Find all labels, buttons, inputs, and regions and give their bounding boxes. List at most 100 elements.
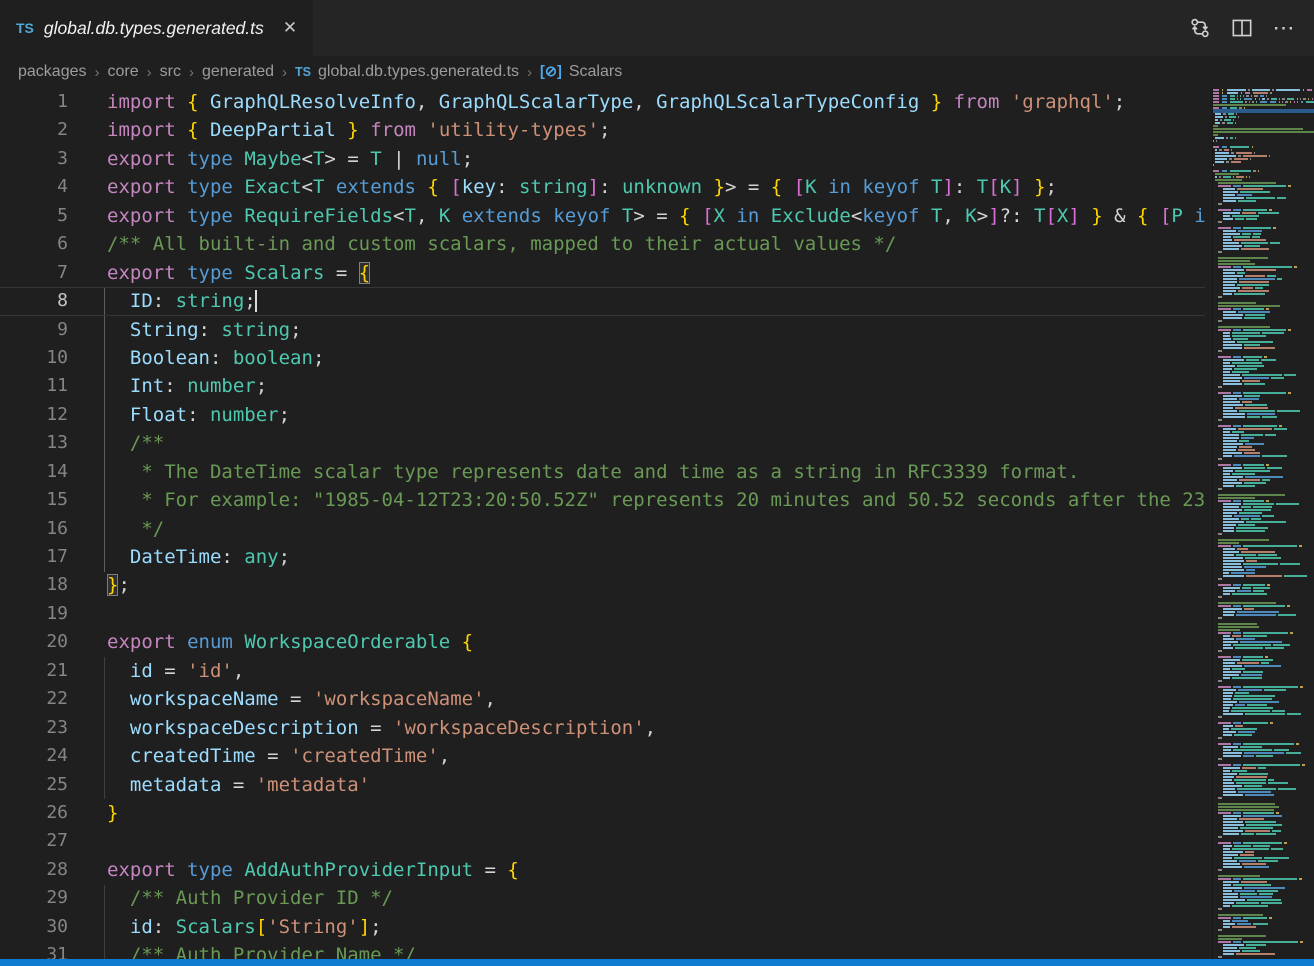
close-tab-icon[interactable]: ✕	[279, 17, 301, 39]
breadcrumb-item-generated[interactable]: generated	[202, 63, 274, 81]
line-number[interactable]: 31	[0, 941, 68, 959]
vscode-window: TS global.db.types.generated.ts ✕	[0, 0, 1314, 966]
code-line[interactable]: 18};	[0, 571, 1205, 599]
split-editor-icon[interactable]	[1226, 12, 1258, 44]
code-line[interactable]: 14 * The DateTime scalar type represents…	[0, 458, 1205, 486]
line-number[interactable]: 11	[0, 372, 68, 400]
breadcrumb-label: global.db.types.generated.ts	[318, 63, 519, 80]
line-number[interactable]: 13	[0, 429, 68, 457]
open-changes-icon[interactable]	[1184, 12, 1216, 44]
line-number[interactable]: 23	[0, 714, 68, 742]
breadcrumb-label: Scalars	[569, 63, 622, 80]
line-number[interactable]: 6	[0, 230, 68, 258]
code-line[interactable]: 20export enum WorkspaceOrderable {	[0, 628, 1205, 656]
code-line[interactable]: 25 metadata = 'metadata'	[0, 771, 1205, 799]
code-line[interactable]: 12 Float: number;	[0, 401, 1205, 429]
code-line[interactable]: 23 workspaceDescription = 'workspaceDesc…	[0, 714, 1205, 742]
code-area[interactable]: 1import { GraphQLResolveInfo, GraphQLSca…	[0, 88, 1205, 959]
line-number[interactable]: 10	[0, 344, 68, 372]
code-line[interactable]: 2import { DeepPartial } from 'utility-ty…	[0, 116, 1205, 144]
line-number[interactable]: 1	[0, 88, 68, 116]
code-line[interactable]: 8 ID: string;	[0, 287, 1205, 315]
code-text: import { GraphQLResolveInfo, GraphQLScal…	[68, 88, 1125, 116]
code-line[interactable]: 26}	[0, 799, 1205, 827]
breadcrumb-item-core[interactable]: core	[108, 63, 139, 81]
code-line[interactable]: 4export type Exact<T extends { [key: str…	[0, 173, 1205, 201]
typescript-file-icon: TS	[295, 65, 311, 79]
code-line[interactable]: 24 createdTime = 'createdTime',	[0, 742, 1205, 770]
line-number[interactable]: 24	[0, 742, 68, 770]
line-number[interactable]: 21	[0, 657, 68, 685]
code-line[interactable]: 28export type AddAuthProviderInput = {	[0, 856, 1205, 884]
code-line[interactable]: 31 /** Auth Provider Name */	[0, 941, 1205, 959]
code-line[interactable]: 27	[0, 827, 1205, 855]
code-line[interactable]: 22 workspaceName = 'workspaceName',	[0, 685, 1205, 713]
line-number[interactable]: 20	[0, 628, 68, 656]
breadcrumb-separator: ›	[527, 64, 532, 81]
code-text: /** Auth Provider Name */	[68, 941, 416, 959]
code-line[interactable]: 19	[0, 600, 1205, 628]
code-text: workspaceDescription = 'workspaceDescrip…	[68, 714, 656, 742]
code-text: id: Scalars['String'];	[68, 913, 382, 941]
line-number[interactable]: 3	[0, 145, 68, 173]
breadcrumb-label: src	[160, 63, 181, 80]
more-actions-icon[interactable]: ⋯	[1268, 12, 1300, 44]
breadcrumb-item-scalars[interactable]: [⊘] Scalars	[540, 63, 622, 81]
line-number[interactable]: 12	[0, 401, 68, 429]
code-line[interactable]: 7export type Scalars = {	[0, 259, 1205, 287]
code-text: String: string;	[68, 316, 302, 344]
breadcrumb-item-global-db-types-generated-ts[interactable]: TS global.db.types.generated.ts	[295, 63, 519, 81]
tab-global-db-types[interactable]: TS global.db.types.generated.ts ✕	[0, 0, 313, 56]
line-number[interactable]: 22	[0, 685, 68, 713]
line-number[interactable]: 28	[0, 856, 68, 884]
breadcrumb-item-packages[interactable]: packages	[18, 63, 87, 81]
code-text: export type AddAuthProviderInput = {	[68, 856, 519, 884]
code-line[interactable]: 13 /**	[0, 429, 1205, 457]
editor-actions: ⋯	[1184, 0, 1314, 56]
editor-pane[interactable]: 1import { GraphQLResolveInfo, GraphQLSca…	[0, 88, 1314, 959]
line-number[interactable]: 5	[0, 202, 68, 230]
code-line[interactable]: 5export type RequireFields<T, K extends …	[0, 202, 1205, 230]
line-number[interactable]: 2	[0, 116, 68, 144]
code-line[interactable]: 11 Int: number;	[0, 372, 1205, 400]
code-text: * The DateTime scalar type represents da…	[68, 458, 1079, 486]
breadcrumb-separator: ›	[282, 64, 287, 81]
code-text: export type Exact<T extends { [key: stri…	[68, 173, 1057, 201]
code-line[interactable]: 10 Boolean: boolean;	[0, 344, 1205, 372]
code-text: import { DeepPartial } from 'utility-typ…	[68, 116, 610, 144]
line-number[interactable]: 14	[0, 458, 68, 486]
code-line[interactable]: 29 /** Auth Provider ID */	[0, 884, 1205, 912]
code-line[interactable]: 9 String: string;	[0, 316, 1205, 344]
line-number[interactable]: 8	[0, 287, 68, 315]
line-number[interactable]: 26	[0, 799, 68, 827]
tab-title: global.db.types.generated.ts	[44, 18, 269, 39]
minimap[interactable]	[1212, 88, 1314, 959]
code-line[interactable]: 30 id: Scalars['String'];	[0, 913, 1205, 941]
code-line[interactable]: 6/** All built-in and custom scalars, ma…	[0, 230, 1205, 258]
line-number[interactable]: 18	[0, 571, 68, 599]
breadcrumb-item-src[interactable]: src	[160, 63, 181, 81]
symbol-type-icon: [⊘]	[540, 64, 562, 80]
code-line[interactable]: 16 */	[0, 515, 1205, 543]
line-number[interactable]: 9	[0, 316, 68, 344]
line-number[interactable]: 29	[0, 884, 68, 912]
code-line[interactable]: 17 DateTime: any;	[0, 543, 1205, 571]
line-number[interactable]: 30	[0, 913, 68, 941]
tab-bar: TS global.db.types.generated.ts ✕	[0, 0, 1314, 56]
line-number[interactable]: 17	[0, 543, 68, 571]
line-number[interactable]: 25	[0, 771, 68, 799]
code-line[interactable]: 1import { GraphQLResolveInfo, GraphQLSca…	[0, 88, 1205, 116]
line-number[interactable]: 27	[0, 827, 68, 855]
line-number[interactable]: 7	[0, 259, 68, 287]
minimap-current-line	[1213, 109, 1314, 113]
code-text: id = 'id',	[68, 657, 244, 685]
line-number[interactable]: 19	[0, 600, 68, 628]
code-line[interactable]: 21 id = 'id',	[0, 657, 1205, 685]
text-cursor	[255, 290, 257, 312]
line-number[interactable]: 15	[0, 486, 68, 514]
line-number[interactable]: 4	[0, 173, 68, 201]
code-text: export type RequireFields<T, K extends k…	[68, 202, 1205, 230]
code-line[interactable]: 3export type Maybe<T> = T | null;	[0, 145, 1205, 173]
line-number[interactable]: 16	[0, 515, 68, 543]
code-line[interactable]: 15 * For example: "1985-04-12T23:20:50.5…	[0, 486, 1205, 514]
